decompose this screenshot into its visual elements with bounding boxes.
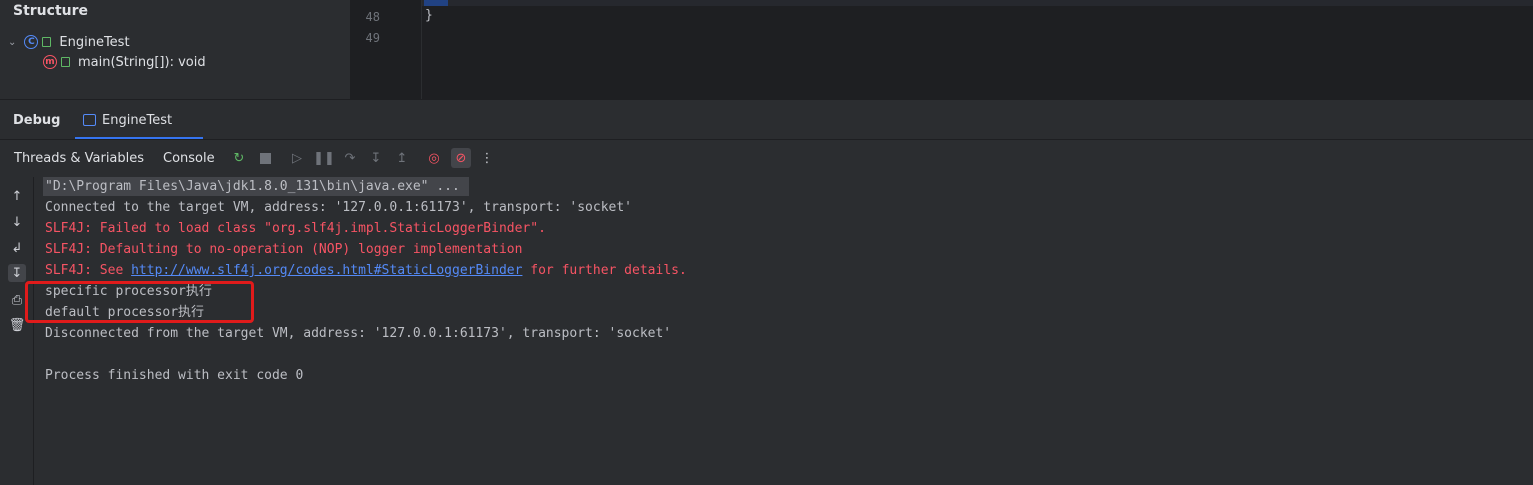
console-line-error: SLF4J: Failed to load class "org.slf4j.i… <box>45 221 546 236</box>
step-over-icon[interactable]: ↷ <box>342 150 358 166</box>
chevron-down-icon[interactable]: ⌄ <box>8 37 16 48</box>
code-line: } <box>425 8 433 23</box>
debug-title: Debug <box>13 113 61 128</box>
arrow-down-icon[interactable]: ↓ <box>8 213 26 231</box>
code-editor[interactable] <box>351 0 1533 99</box>
annotation-highlight-box <box>25 281 254 323</box>
tab-threads-variables[interactable]: Threads & Variables <box>14 151 144 166</box>
view-breakpoints-icon[interactable]: ◎ <box>426 150 442 166</box>
console-line: Disconnected from the target VM, address… <box>45 326 672 341</box>
console-text: SLF4J: See <box>45 263 132 278</box>
structure-panel: Structure ⌄ C EngineTest m main(String[]… <box>0 0 351 99</box>
tree-item-method[interactable]: m main(String[]): void <box>43 52 206 72</box>
console-line: Connected to the target VM, address: '12… <box>45 200 632 215</box>
step-into-icon[interactable]: ↧ <box>368 150 384 166</box>
console-line-error: SLF4J: Defaulting to no-operation (NOP) … <box>45 242 523 257</box>
soft-wrap-icon[interactable]: ↲ <box>8 239 26 257</box>
arrow-up-icon[interactable]: ↑ <box>8 187 26 205</box>
method-name-label: main(String[]): void <box>78 54 206 70</box>
caret-line <box>422 0 1533 6</box>
run-config-icon <box>83 114 96 126</box>
resume-icon[interactable]: ▷ <box>289 150 305 166</box>
console-line: "D:\Program Files\Java\jdk1.8.0_131\bin\… <box>45 179 460 194</box>
tab-enginetest[interactable]: EngineTest <box>102 113 172 128</box>
tab-console[interactable]: Console <box>163 151 215 166</box>
structure-title: Structure <box>13 3 89 19</box>
slf4j-link[interactable]: http://www.slf4j.org/codes.html#StaticLo… <box>131 263 522 278</box>
class-name-label: EngineTest <box>59 34 130 50</box>
print-icon[interactable]: ⎙ <box>8 291 26 309</box>
mute-breakpoints-icon[interactable]: ⊘ <box>451 148 471 168</box>
console-text: for further details. <box>522 263 687 278</box>
debug-toolwindow-header: Debug EngineTest <box>0 99 1533 140</box>
tree-item-class[interactable]: ⌄ C EngineTest <box>8 32 130 52</box>
console-line: Process finished with exit code 0 <box>45 368 304 383</box>
trash-icon[interactable]: 🗑 <box>8 316 26 334</box>
rerun-icon[interactable]: ↻ <box>231 150 247 166</box>
class-icon: C <box>24 35 39 49</box>
public-access-icon <box>61 57 70 67</box>
method-icon: m <box>43 55 57 69</box>
more-options-icon[interactable]: ⋮ <box>479 150 495 166</box>
line-number: 48 <box>365 10 380 24</box>
stop-icon[interactable] <box>257 150 273 166</box>
debug-toolbar: Threads & Variables Console <box>0 139 1533 178</box>
step-out-icon[interactable]: ↥ <box>394 150 410 166</box>
public-access-icon <box>42 37 52 47</box>
line-number: 49 <box>365 31 380 45</box>
pause-icon[interactable]: ❚❚ <box>313 150 335 166</box>
console-line-error: SLF4J: See http://www.slf4j.org/codes.ht… <box>45 262 687 280</box>
selection-highlight <box>424 0 448 6</box>
editor-gutter <box>351 0 422 99</box>
scroll-to-end-icon[interactable]: ↧ <box>8 264 26 282</box>
